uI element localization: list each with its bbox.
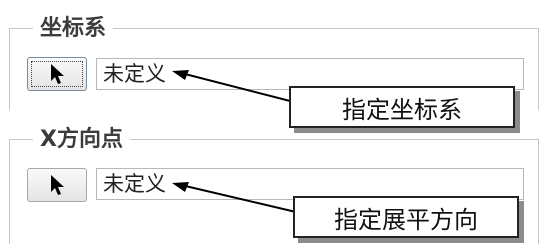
callout-specify-coordinate-system: 指定坐标系 [289, 86, 515, 128]
dialog-panel: 坐标系 未定义 X方向点 未定义 指定坐标系 指定展平方向 [0, 0, 559, 244]
callout-arrow-1 [172, 70, 295, 103]
callout-arrow-2 [172, 182, 297, 213]
callout-specify-flatten-direction: 指定展平方向 [293, 196, 519, 238]
